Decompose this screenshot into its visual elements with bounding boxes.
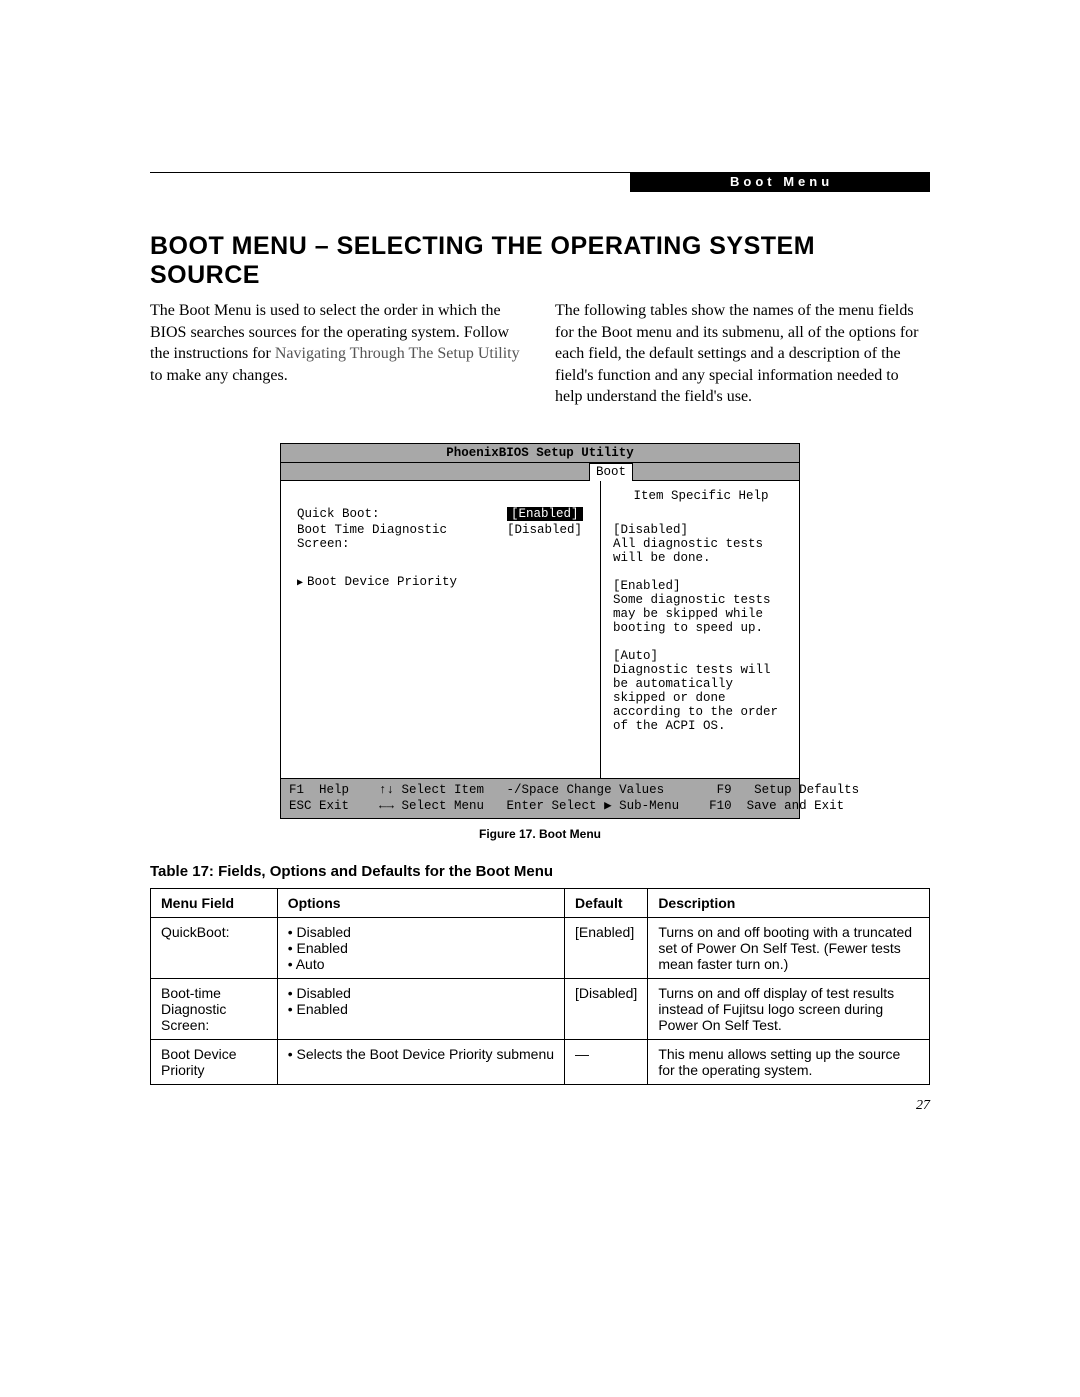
intro-text-2: The following tables show the names of t… (555, 302, 919, 405)
header-rule: Boot Menu (150, 172, 930, 192)
table-cell-options: • Disabled• Enabled• Auto (277, 918, 564, 979)
bios-titlebar: PhoenixBIOS Setup Utility (281, 444, 799, 463)
bios-help-block: [Enabled] Some diagnostic tests may be s… (613, 579, 789, 635)
bios-footer-cell: F1 Help (289, 782, 379, 798)
bios-footer-cell: ESC Exit (289, 798, 379, 814)
bios-tab-boot: Boot (589, 463, 633, 481)
option-item: • Disabled (288, 985, 554, 1001)
page-number: 27 (916, 1098, 930, 1114)
table-cell-options: • Selects the Boot Device Priority subme… (277, 1040, 564, 1085)
bios-help-title: Item Specific Help (613, 489, 789, 503)
option-item: • Enabled (288, 1001, 554, 1017)
table-cell-field: Boot Device Priority (151, 1040, 278, 1085)
option-item: • Auto (288, 956, 554, 972)
option-item: • Selects the Boot Device Priority subme… (288, 1046, 554, 1062)
page-title: BOOT MENU – SELECTING THE OPERATING SYST… (150, 232, 930, 290)
table-cell-default: — (565, 1040, 648, 1085)
intro-columns: The Boot Menu is used to select the orde… (150, 300, 930, 408)
table-cell-description: Turns on and off booting with a truncate… (648, 918, 930, 979)
table-cell-field: QuickBoot: (151, 918, 278, 979)
table-row: Boot-time Diagnostic Screen:• Disabled• … (151, 979, 930, 1040)
table-header: Default (565, 889, 648, 918)
table-header: Options (277, 889, 564, 918)
bios-submenu-row: Boot Device Priority (297, 575, 590, 589)
bios-left-pane: Quick Boot: [Enabled] Boot Time Diagnost… (281, 481, 601, 778)
triangle-right-icon (297, 575, 307, 589)
section-header-label: Boot Menu (730, 174, 833, 189)
bios-value-selected: [Enabled] (507, 507, 583, 521)
bios-footer-cell: ↑↓ Select Item (379, 782, 507, 798)
bios-row-diagnostic: Boot Time Diagnostic Screen: [Disabled] (297, 523, 590, 551)
figure-caption: Figure 17. Boot Menu (150, 827, 930, 841)
intro-text-1b: to make any changes. (150, 367, 288, 384)
bios-submenu-label: Boot Device Priority (307, 575, 457, 589)
bios-footer-cell: F9 Setup Defaults (717, 782, 860, 798)
bios-help-block: [Disabled] All diagnostic tests will be … (613, 523, 789, 565)
bios-footer-cell: ←→ Select Menu (379, 798, 507, 814)
option-item: • Disabled (288, 924, 554, 940)
table-title: Table 17: Fields, Options and Defaults f… (150, 863, 930, 880)
bios-help-block: [Auto] Diagnostic tests will be automati… (613, 649, 789, 733)
table-cell-default: [Disabled] (565, 979, 648, 1040)
bios-footer-row-2: ESC Exit ←→ Select Menu Enter Select ▶ S… (289, 798, 791, 814)
table-row: Boot Device Priority • Selects the Boot D… (151, 1040, 930, 1085)
intro-col-2: The following tables show the names of t… (555, 300, 930, 408)
option-item: • Enabled (288, 940, 554, 956)
bios-footer: F1 Help ↑↓ Select Item -/Space Change Va… (281, 779, 799, 819)
intro-link: Navigating Through The Setup Utility (275, 345, 520, 362)
intro-col-1: The Boot Menu is used to select the orde… (150, 300, 525, 408)
section-header: Boot Menu (630, 172, 930, 192)
bios-value: [Disabled] (507, 523, 582, 551)
bios-tabbar: Boot (281, 463, 799, 481)
bios-label: Boot Time Diagnostic Screen: (297, 523, 507, 551)
bios-footer-cell: F10 Save and Exit (709, 798, 844, 814)
table-row: QuickBoot:• Disabled• Enabled• Auto[Enab… (151, 918, 930, 979)
table-header: Description (648, 889, 930, 918)
bios-body: Quick Boot: [Enabled] Boot Time Diagnost… (281, 481, 799, 779)
table-cell-default: [Enabled] (565, 918, 648, 979)
bios-row-quickboot: Quick Boot: [Enabled] (297, 507, 590, 521)
bios-right-pane: Item Specific Help [Disabled] All diagno… (601, 481, 799, 778)
bios-figure: PhoenixBIOS Setup Utility Boot Quick Boo… (280, 443, 800, 820)
table-cell-description: Turns on and off display of test results… (648, 979, 930, 1040)
table-header-row: Menu Field Options Default Description (151, 889, 930, 918)
bios-footer-cell: -/Space Change Values (507, 782, 717, 798)
table-cell-options: • Disabled• Enabled (277, 979, 564, 1040)
bios-label: Quick Boot: (297, 507, 507, 521)
table-cell-field: Boot-time Diagnostic Screen: (151, 979, 278, 1040)
bios-footer-row-1: F1 Help ↑↓ Select Item -/Space Change Va… (289, 782, 791, 798)
bios-window: PhoenixBIOS Setup Utility Boot Quick Boo… (280, 443, 800, 820)
bios-footer-cell: Enter Select ▶ Sub-Menu (507, 798, 710, 814)
table-header: Menu Field (151, 889, 278, 918)
table-cell-description: This menu allows setting up the source f… (648, 1040, 930, 1085)
fields-table: Menu Field Options Default Description Q… (150, 888, 930, 1085)
